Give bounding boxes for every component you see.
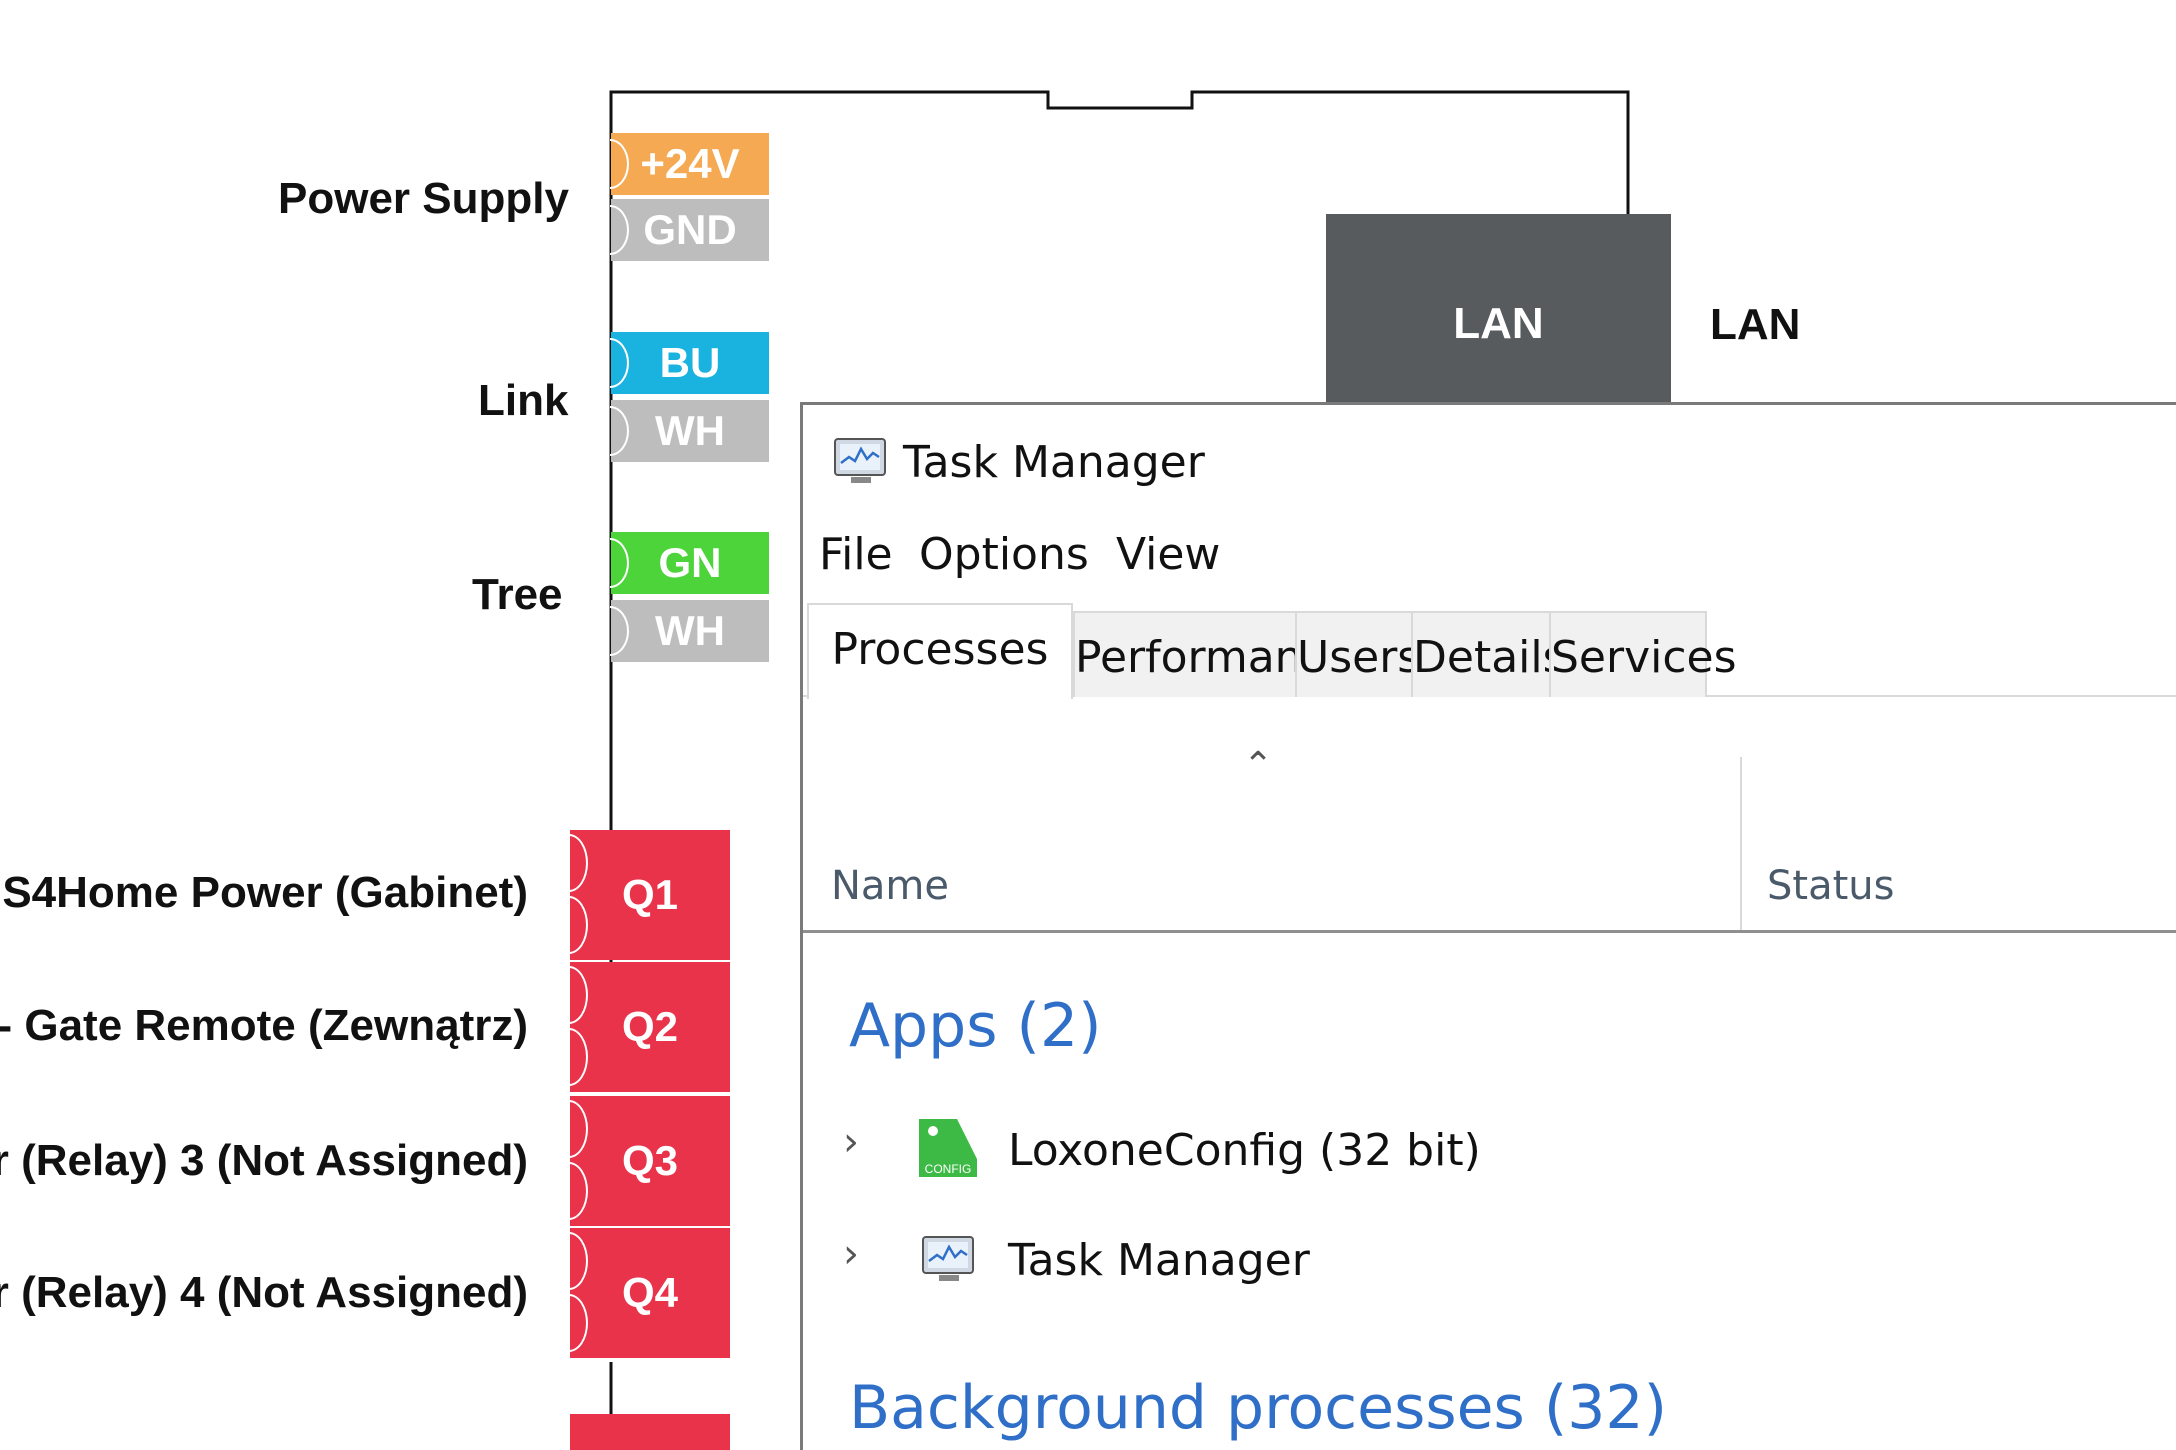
expand-chevron-icon[interactable]: › <box>843 1231 859 1277</box>
lan-label: LAN <box>1710 300 1801 349</box>
relay-q2[interactable]: Q2 <box>569 962 730 1092</box>
lan-port-box[interactable]: LAN <box>1326 214 1671 404</box>
terminal-link-bu[interactable]: BU <box>610 332 769 394</box>
column-header-name[interactable]: Name <box>831 863 949 909</box>
terminal-24v[interactable]: +24V <box>610 133 769 195</box>
loxone-config-icon: CONFIG <box>919 1119 977 1177</box>
group-background-processes: Background processes (32) <box>849 1373 1667 1443</box>
menu-options[interactable]: Options <box>919 529 1089 580</box>
relay-q4[interactable]: Q4 <box>569 1228 730 1358</box>
relay-q3[interactable]: Q3 <box>569 1096 730 1226</box>
svg-text:CONFIG: CONFIG <box>925 1162 972 1176</box>
tab-performance[interactable]: Performance <box>1073 611 1354 697</box>
relay-name-q1: S4Home Power (Gabinet) <box>2 868 528 917</box>
task-manager-icon <box>834 438 886 483</box>
window-title: Task Manager <box>903 437 1205 488</box>
sort-ascending-icon[interactable]: ⌃ <box>1243 745 1273 786</box>
tab-services[interactable]: Services <box>1549 611 1737 697</box>
task-manager-window[interactable]: Task Manager File Options View Processes… <box>800 402 2176 1450</box>
relay-name-q3: r (Relay) 3 (Not Assigned) <box>0 1136 528 1185</box>
header-divider <box>803 930 2176 933</box>
menu-view[interactable]: View <box>1116 529 1220 580</box>
relay-q1[interactable]: Q1 <box>569 830 730 960</box>
menu-file[interactable]: File <box>819 529 893 580</box>
group-label-link: Link <box>478 376 569 425</box>
relay-name-q2: - Gate Remote (Zewnątrz) <box>0 1001 528 1050</box>
process-loxoneconfig[interactable]: LoxoneConfig (32 bit) <box>1008 1125 1481 1176</box>
group-label-tree: Tree <box>472 570 563 619</box>
terminal-tree-wh[interactable]: WH <box>610 600 769 662</box>
group-label-power-supply: Power Supply <box>278 174 569 223</box>
terminal-gnd[interactable]: GND <box>610 199 769 261</box>
expand-chevron-icon[interactable]: › <box>843 1119 859 1165</box>
process-task-manager[interactable]: Task Manager <box>1008 1235 1310 1286</box>
tab-details[interactable]: Details <box>1411 611 1566 697</box>
tab-users[interactable]: Users <box>1295 611 1420 697</box>
column-separator[interactable] <box>1740 757 1742 933</box>
tab-processes[interactable]: Processes <box>807 603 1073 699</box>
relay-name-q4: r (Relay) 4 (Not Assigned) <box>0 1268 528 1317</box>
group-apps: Apps (2) <box>849 991 1102 1061</box>
column-header-status[interactable]: Status <box>1767 863 1894 909</box>
terminal-tree-gn[interactable]: GN <box>610 532 769 594</box>
task-manager-icon <box>922 1236 974 1281</box>
relay-q5-partial[interactable] <box>570 1414 730 1450</box>
terminal-link-wh[interactable]: WH <box>610 400 769 462</box>
